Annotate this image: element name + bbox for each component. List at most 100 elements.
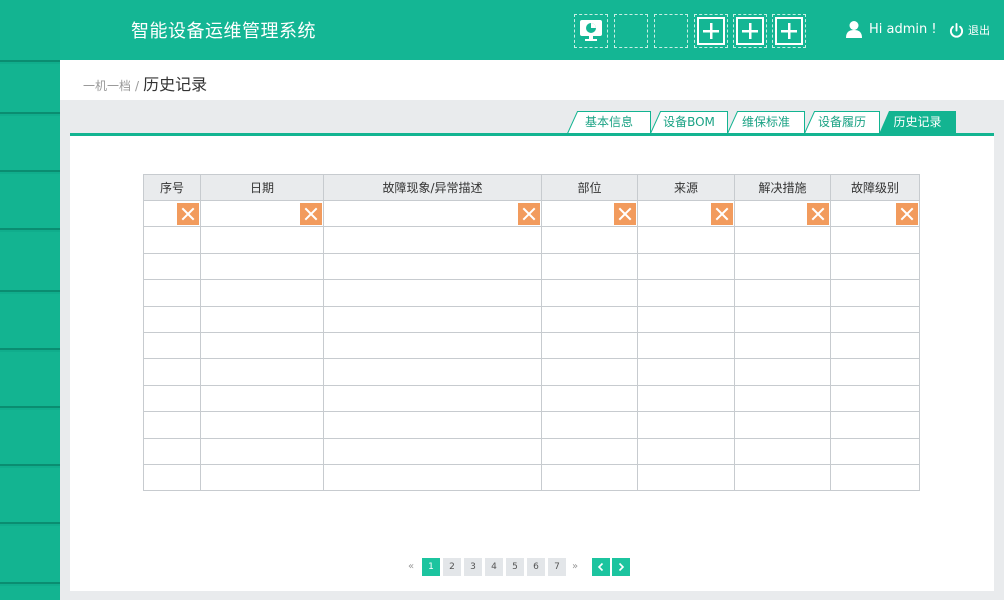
table-row	[143, 226, 920, 254]
table-cell	[200, 358, 324, 386]
table-cell	[734, 252, 831, 281]
tab-history-records[interactable]: 历史记录	[879, 111, 956, 134]
table-cell	[323, 305, 542, 333]
table-cell	[541, 305, 638, 333]
prev-page-button[interactable]	[592, 558, 610, 576]
tab-label: 维保标准	[741, 115, 790, 129]
tab-basic-info[interactable]: 基本信息	[567, 111, 651, 134]
column-header-source: 来源	[637, 174, 735, 201]
table-cell	[541, 437, 638, 465]
filter-cell[interactable]	[200, 199, 324, 228]
add-icon[interactable]	[694, 14, 728, 48]
clear-filter-button[interactable]	[807, 203, 829, 225]
filter-row	[143, 199, 920, 228]
table-cell	[734, 463, 831, 492]
table-cell	[830, 305, 920, 333]
table-cell	[323, 226, 542, 254]
logout-button[interactable]: 退出	[949, 22, 990, 38]
table-cell	[734, 411, 831, 439]
column-header-date: 日期	[200, 174, 324, 201]
logout-label: 退出	[968, 24, 990, 37]
page-link[interactable]: 5	[506, 558, 524, 576]
chevron-left-icon	[597, 562, 604, 572]
sidebar-item[interactable]	[0, 468, 60, 524]
table-cell	[830, 411, 920, 439]
page-link[interactable]: 2	[443, 558, 461, 576]
table-cell	[734, 226, 831, 254]
table-cell	[830, 384, 920, 413]
empty-toolbar-slot[interactable]	[654, 14, 688, 48]
first-page-link[interactable]: «	[404, 558, 418, 576]
breadcrumb-parent[interactable]: 一机一档	[83, 77, 131, 94]
table-cell	[734, 305, 831, 333]
sidebar-item[interactable]	[0, 116, 60, 172]
monitor-chart-icon[interactable]	[574, 14, 608, 48]
add-icon[interactable]	[772, 14, 806, 48]
next-page-button[interactable]	[612, 558, 630, 576]
table-cell	[143, 411, 201, 439]
filter-cell[interactable]	[143, 199, 201, 228]
tab-equipment-history[interactable]: 设备履历	[804, 111, 880, 134]
sidebar-item[interactable]	[0, 174, 60, 230]
tab-label: 历史记录	[893, 115, 942, 129]
table-row	[143, 437, 920, 465]
table-cell	[541, 463, 638, 492]
clear-filter-button[interactable]	[711, 203, 733, 225]
page-link[interactable]: 7	[548, 558, 566, 576]
table-cell	[637, 226, 735, 254]
top-header: 智能设备运维管理系统 Hi admin ! 退出	[60, 0, 1004, 60]
tab-label: 基本信息	[584, 115, 633, 129]
table-cell	[143, 305, 201, 333]
filter-cell[interactable]	[323, 199, 542, 228]
table-row	[143, 252, 920, 281]
table-row	[143, 279, 920, 307]
table-cell	[637, 358, 735, 386]
filter-cell[interactable]	[637, 199, 735, 228]
user-menu[interactable]: Hi admin !	[845, 20, 937, 38]
column-header-index: 序号	[143, 174, 201, 201]
sidebar-item[interactable]	[0, 410, 60, 466]
add-icon[interactable]	[733, 14, 767, 48]
filter-cell[interactable]	[830, 199, 920, 228]
table-cell	[734, 358, 831, 386]
page-link[interactable]: 6	[527, 558, 545, 576]
table-cell	[200, 463, 324, 492]
breadcrumb-bar: 一机一档 / 历史记录	[60, 60, 1004, 100]
filter-cell[interactable]	[734, 199, 831, 228]
table-cell	[143, 226, 201, 254]
sidebar-item[interactable]	[0, 232, 60, 292]
sidebar-item[interactable]	[0, 526, 60, 584]
table-cell	[734, 279, 831, 307]
page-link[interactable]: 4	[485, 558, 503, 576]
last-page-link[interactable]: »	[568, 558, 582, 576]
user-icon	[846, 21, 862, 38]
clear-filter-button[interactable]	[896, 203, 918, 225]
sidebar-item[interactable]	[0, 586, 60, 600]
filter-cell[interactable]	[541, 199, 638, 228]
page-link[interactable]: 3	[464, 558, 482, 576]
app-title: 智能设备运维管理系统	[131, 21, 316, 42]
close-icon	[715, 207, 729, 221]
sidebar-item[interactable]	[0, 352, 60, 408]
tab-equipment-bom[interactable]: 设备BOM	[650, 111, 728, 134]
table-cell	[637, 411, 735, 439]
sidebar-item[interactable]	[0, 0, 60, 62]
clear-filter-button[interactable]	[614, 203, 636, 225]
clear-filter-button[interactable]	[300, 203, 322, 225]
empty-toolbar-slot[interactable]	[614, 14, 648, 48]
tab-label: 设备BOM	[663, 115, 715, 129]
table-cell	[200, 226, 324, 254]
table-cell	[541, 279, 638, 307]
table-cell	[323, 252, 542, 281]
sidebar-item[interactable]	[0, 64, 60, 114]
table-cell	[200, 279, 324, 307]
tab-maintenance-standard[interactable]: 维保标准	[727, 111, 805, 134]
table-row	[143, 384, 920, 413]
table-cell	[830, 279, 920, 307]
sidebar-item[interactable]	[0, 294, 60, 350]
table-cell	[734, 384, 831, 413]
clear-filter-button[interactable]	[518, 203, 540, 225]
clear-filter-button[interactable]	[177, 203, 199, 225]
table-cell	[143, 358, 201, 386]
page-link[interactable]: 1	[422, 558, 440, 576]
